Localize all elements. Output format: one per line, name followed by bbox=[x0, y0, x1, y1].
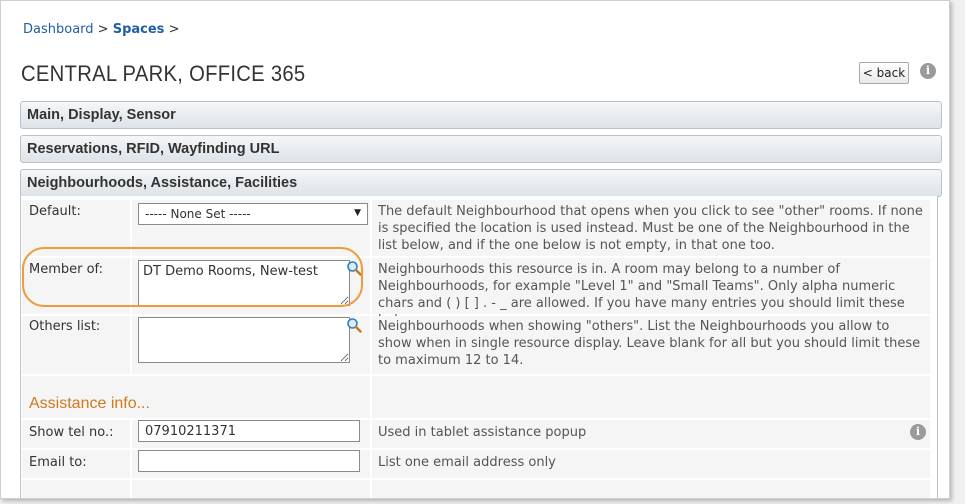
breadcrumb-dashboard-link[interactable]: Dashboard bbox=[23, 22, 94, 37]
back-button[interactable]: < back bbox=[859, 62, 909, 84]
label-cell: Others list: bbox=[22, 316, 130, 374]
info-icon[interactable]: i bbox=[910, 424, 926, 440]
section-reservations-rfid[interactable]: Reservations, RFID, Wayfinding URL bbox=[20, 135, 942, 163]
email-to-row: Email to: List one email address only bbox=[22, 450, 930, 478]
email-to-label: Email to: bbox=[29, 455, 87, 470]
label-cell: Member of: bbox=[22, 258, 130, 314]
help-cell: List one email address only bbox=[372, 450, 930, 478]
assistance-info-heading: Assistance info... bbox=[29, 395, 150, 412]
default-help: The default Neighbourhood that opens whe… bbox=[378, 204, 923, 253]
cut-off-row bbox=[22, 480, 930, 498]
help-cell: Neighbourhoods when showing "others". Li… bbox=[372, 316, 930, 374]
others-list-label: Others list: bbox=[29, 319, 101, 334]
section-neighbourhoods[interactable]: Neighbourhoods, Assistance, Facilities bbox=[20, 169, 942, 197]
info-icon[interactable]: i bbox=[920, 63, 936, 79]
label-cell: Email to: bbox=[22, 450, 130, 478]
others-list-help: Neighbourhoods when showing "others". Li… bbox=[378, 319, 921, 368]
default-select[interactable]: ----- None Set ----- ▼ bbox=[138, 203, 368, 225]
input-cell bbox=[132, 316, 370, 374]
show-tel-row: Show tel no.: Used in tablet assistance … bbox=[22, 420, 930, 448]
input-cell bbox=[132, 480, 370, 498]
help-cell bbox=[372, 480, 930, 498]
email-to-help: List one email address only bbox=[378, 455, 556, 470]
default-label: Default: bbox=[29, 204, 81, 219]
main-panel: Dashboard > Spaces > CENTRAL PARK, OFFIC… bbox=[0, 0, 950, 499]
input-cell bbox=[132, 420, 370, 448]
default-select-value: ----- None Set ----- bbox=[145, 207, 251, 221]
member-of-label: Member of: bbox=[29, 262, 104, 277]
breadcrumb-separator: > bbox=[168, 22, 180, 37]
show-tel-label: Show tel no.: bbox=[29, 425, 114, 440]
label-cell: Default: bbox=[22, 200, 130, 256]
member-of-row: Member of: DT Demo Rooms, New-test Neigh… bbox=[22, 258, 930, 328]
show-tel-help: Used in tablet assistance popup bbox=[378, 425, 587, 440]
label-cell bbox=[22, 480, 130, 498]
input-cell: ----- None Set ----- ▼ bbox=[132, 200, 370, 256]
member-of-textarea[interactable]: DT Demo Rooms, New-test bbox=[138, 260, 350, 306]
help-cell: The default Neighbourhood that opens whe… bbox=[372, 200, 930, 256]
default-row: Default: ----- None Set ----- ▼ The defa… bbox=[22, 200, 930, 256]
heading-cell: Assistance info... bbox=[22, 376, 370, 418]
section-main-display-sensor[interactable]: Main, Display, Sensor bbox=[20, 101, 942, 129]
others-list-textarea[interactable] bbox=[138, 317, 350, 363]
help-cell bbox=[372, 376, 930, 418]
search-icon[interactable] bbox=[346, 317, 362, 333]
breadcrumb-spaces-link[interactable]: Spaces bbox=[113, 22, 165, 37]
help-cell: Used in tablet assistance popup i bbox=[372, 420, 930, 448]
input-cell bbox=[132, 450, 370, 478]
email-to-input[interactable] bbox=[138, 450, 360, 472]
chevron-down-icon: ▼ bbox=[354, 208, 361, 218]
label-cell: Show tel no.: bbox=[22, 420, 130, 448]
help-cell: Neighbourhoods this resource is in. A ro… bbox=[372, 258, 930, 328]
others-list-row: Others list: Neighbourhoods when showing… bbox=[22, 316, 930, 374]
input-cell: DT Demo Rooms, New-test bbox=[132, 258, 370, 314]
breadcrumb-separator: > bbox=[97, 22, 109, 37]
show-tel-input[interactable] bbox=[138, 420, 360, 442]
breadcrumb: Dashboard > Spaces > bbox=[23, 22, 179, 37]
assistance-heading-row: Assistance info... bbox=[22, 376, 930, 418]
search-icon[interactable] bbox=[346, 260, 362, 276]
page-title: CENTRAL PARK, OFFICE 365 bbox=[21, 61, 306, 86]
